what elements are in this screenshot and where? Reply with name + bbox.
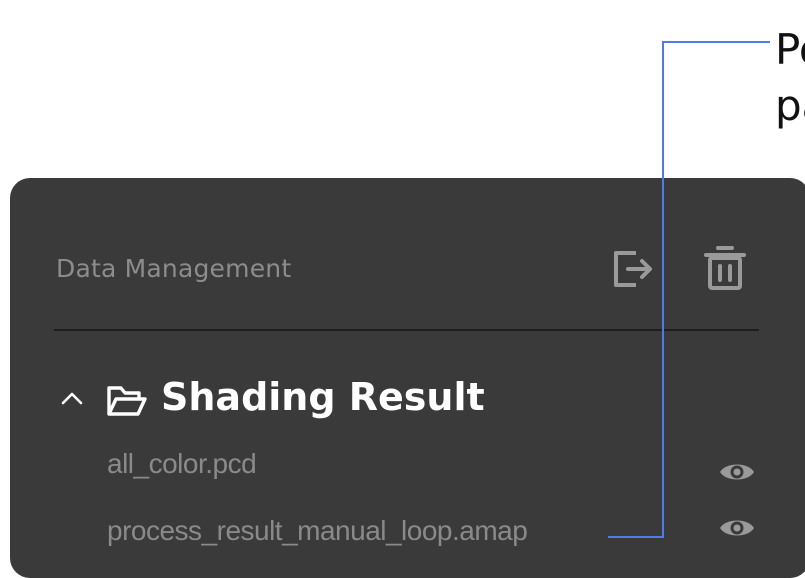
panel-title: Data Management bbox=[56, 254, 292, 283]
folder-open-icon bbox=[107, 386, 147, 416]
export-button[interactable] bbox=[610, 249, 654, 289]
file-name: all_color.pcd bbox=[107, 448, 257, 479]
file-row[interactable]: process_result_manual_loop.amap bbox=[107, 515, 528, 547]
export-icon bbox=[614, 251, 652, 287]
trash-icon bbox=[704, 246, 746, 290]
header-divider bbox=[54, 329, 759, 331]
callout-line-1: Po bbox=[775, 25, 805, 74]
delete-button[interactable] bbox=[703, 244, 747, 292]
eye-icon[interactable] bbox=[718, 514, 756, 542]
callout-text: Po pa bbox=[775, 22, 805, 134]
folder-label: Shading Result bbox=[161, 375, 485, 419]
data-management-panel: Data Management Shading Result all_color… bbox=[10, 178, 805, 578]
file-name: process_result_manual_loop.amap bbox=[107, 515, 528, 546]
eye-icon[interactable] bbox=[718, 458, 756, 486]
chevron-up-icon[interactable] bbox=[60, 388, 84, 408]
callout-line-2: pa bbox=[775, 81, 805, 130]
file-row[interactable]: all_color.pcd bbox=[107, 448, 257, 480]
